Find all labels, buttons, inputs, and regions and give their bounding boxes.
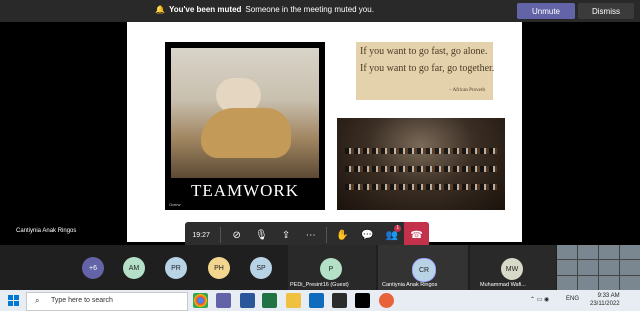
avatar: MW <box>501 258 523 280</box>
video-thumbnail[interactable] <box>620 245 640 260</box>
participant-name: PEDi_Presint16 (Guest) <box>290 282 349 288</box>
avatar: P <box>320 258 342 280</box>
divider <box>326 227 328 243</box>
file-explorer-icon[interactable] <box>286 293 301 308</box>
video-thumbnail[interactable] <box>557 245 577 260</box>
banner-message: 🔔 You've been muted Someone in the meeti… <box>155 5 374 14</box>
dog-image <box>201 108 291 158</box>
taskbar-search[interactable]: ⌕ Type here to search <box>26 292 188 311</box>
chrome-icon[interactable] <box>193 293 208 308</box>
quote-line-1: If you want to go fast, go alone. <box>360 46 488 57</box>
banner-text: Someone in the meeting muted you. <box>245 5 374 14</box>
video-thumbnail[interactable] <box>620 275 640 290</box>
presentation-slide: TEAMWORK Overw If you want to go fast, g… <box>127 22 522 242</box>
unmute-button[interactable]: Unmute <box>517 3 575 19</box>
app-icon[interactable] <box>379 293 394 308</box>
proverb-quote: If you want to go fast, go alone. If you… <box>356 42 495 100</box>
presenter-name: Cantiynia Anak Ringos <box>16 228 77 234</box>
windows-taskbar: ⌕ Type here to search ⌃ ▭ ◉ ENG 9:33 AM … <box>0 290 640 311</box>
excel-icon[interactable] <box>262 293 277 308</box>
video-thumbnail[interactable] <box>578 260 598 275</box>
orchestra-row <box>345 184 497 190</box>
quote-attribution: – African Proverb <box>449 88 485 93</box>
avatar: CR <box>412 258 436 282</box>
edge-icon[interactable] <box>309 293 324 308</box>
teams-icon[interactable] <box>216 293 231 308</box>
video-thumbnail[interactable] <box>599 275 619 290</box>
poster-caption: Overw <box>169 202 181 207</box>
clock-date: 23/11/2022 <box>590 301 620 307</box>
divider <box>220 227 222 243</box>
orchestra-row <box>345 166 497 172</box>
video-thumbnail[interactable] <box>599 260 619 275</box>
avatar[interactable]: SP <box>250 257 272 279</box>
quote-line-2: If you want to go far, go together. <box>360 63 495 74</box>
poster-title: TEAMWORK <box>190 181 300 200</box>
avatar[interactable]: PR <box>165 257 187 279</box>
windows-start-icon[interactable] <box>8 295 19 306</box>
orchestra-row <box>345 148 497 154</box>
orchestra-photo <box>337 118 505 210</box>
video-thumbnail[interactable] <box>620 260 640 275</box>
video-thumbnail[interactable] <box>578 245 598 260</box>
participant-name: Muhammad Wafi... <box>480 282 526 288</box>
clock-time: 9:33 AM <box>597 293 620 299</box>
language-indicator[interactable]: ENG <box>566 296 579 302</box>
participant-tile[interactable]: MW Muhammad Wafi... <box>470 245 556 290</box>
tiktok-icon[interactable] <box>355 293 370 308</box>
shared-screen-stage: TEAMWORK Overw If you want to go fast, g… <box>0 22 640 250</box>
system-clock[interactable]: 9:33 AM 23/11/2022 <box>590 292 620 308</box>
video-thumbnail[interactable] <box>557 275 577 290</box>
dismiss-button[interactable]: Dismiss <box>578 3 634 19</box>
participants-badge: 1 <box>394 225 402 232</box>
video-thumbnails <box>557 245 640 290</box>
participant-tile[interactable]: P PEDi_Presint16 (Guest) <box>288 245 376 290</box>
video-thumbnail[interactable] <box>578 275 598 290</box>
video-thumbnail[interactable] <box>599 245 619 260</box>
banner-title: You've been muted <box>168 5 242 14</box>
search-icon: ⌕ <box>35 296 40 305</box>
participant-gallery: +6 AM PR PH SP P PEDi_Presint16 (Guest) … <box>0 245 640 290</box>
bell-icon: 🔔 <box>155 5 165 14</box>
search-placeholder: Type here to search <box>51 297 113 304</box>
participant-tile[interactable]: CR Cantiynia Anak Ringos <box>378 245 468 290</box>
store-icon[interactable] <box>332 293 347 308</box>
meeting-timer: 19:27 <box>192 231 210 239</box>
video-thumbnail[interactable] <box>557 260 577 275</box>
overflow-participants[interactable]: +6 <box>82 257 104 279</box>
mute-notification-banner: 🔔 You've been muted Someone in the meeti… <box>0 0 640 22</box>
tray-icons[interactable]: ⌃ ▭ ◉ <box>530 296 549 303</box>
poster-photo <box>171 48 319 178</box>
participant-name: Cantiynia Anak Ringos <box>382 282 438 288</box>
teamwork-poster: TEAMWORK Overw <box>165 42 325 210</box>
word-icon[interactable] <box>240 293 255 308</box>
avatar[interactable]: PH <box>208 257 230 279</box>
avatar[interactable]: AM <box>123 257 145 279</box>
